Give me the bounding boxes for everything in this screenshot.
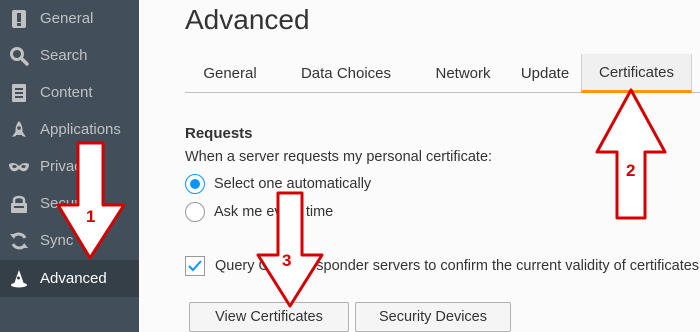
radio-button-checked[interactable]: [185, 174, 205, 194]
ocsp-checkbox-row[interactable]: Query OCSP responder servers to confirm …: [185, 255, 699, 277]
sidebar-item-label: Security: [40, 195, 95, 212]
sidebar-item-general[interactable]: General: [0, 0, 139, 37]
radio-label: Ask me every time: [214, 204, 334, 220]
wizard-hat-icon: [8, 268, 30, 290]
ocsp-label: Query OCSP responder servers to confirm …: [215, 258, 700, 274]
rocket-icon: [8, 119, 30, 141]
radio-button[interactable]: [185, 202, 205, 222]
tab-data-choices[interactable]: Data Choices: [275, 54, 417, 93]
sidebar-item-security[interactable]: Security: [0, 185, 139, 222]
sidebar-item-label: Content: [40, 84, 93, 101]
security-devices-button[interactable]: Security Devices: [355, 302, 511, 332]
radio-ask-every-time[interactable]: Ask me every time: [185, 201, 333, 223]
sidebar-item-label: Sync: [40, 232, 74, 249]
sidebar-item-label: General: [40, 10, 94, 27]
sidebar-item-label: Advanced: [40, 270, 107, 287]
page-title: Advanced: [185, 4, 310, 35]
page-icon: [8, 8, 30, 30]
sidebar-item-label: Privacy: [40, 158, 90, 175]
mask-icon: [8, 156, 30, 178]
sync-icon: [8, 230, 30, 252]
main-panel: Advanced General Data Choices Network Up…: [139, 0, 700, 332]
ocsp-checkbox[interactable]: [185, 256, 205, 276]
tab-certificates[interactable]: Certificates: [581, 54, 692, 93]
sidebar-item-advanced[interactable]: Advanced: [0, 260, 139, 297]
sidebar-item-content[interactable]: Content: [0, 74, 139, 111]
requests-description: When a server requests my personal certi…: [185, 149, 493, 165]
sidebar-item-label: Applications: [40, 121, 121, 138]
tab-network[interactable]: Network: [417, 54, 509, 93]
tab-update[interactable]: Update: [509, 54, 581, 93]
sidebar-item-applications[interactable]: Applications: [0, 111, 139, 148]
tab-bar: General Data Choices Network Update Cert…: [185, 54, 700, 93]
radio-select-automatically[interactable]: Select one automatically: [185, 173, 371, 195]
radio-label: Select one automatically: [214, 176, 372, 192]
sidebar: General Search Content Applications Priv…: [0, 0, 139, 332]
checkmark-icon: [188, 260, 202, 272]
sidebar-item-sync[interactable]: Sync: [0, 222, 139, 259]
search-icon: [8, 45, 30, 67]
tab-general[interactable]: General: [185, 54, 275, 93]
lock-icon: [8, 193, 30, 215]
requests-heading: Requests: [185, 125, 253, 142]
view-certificates-button[interactable]: View Certificates: [189, 302, 349, 332]
sidebar-item-privacy[interactable]: Privacy: [0, 148, 139, 185]
sidebar-item-search[interactable]: Search: [0, 37, 139, 74]
sidebar-item-label: Search: [40, 47, 88, 64]
document-icon: [8, 82, 30, 104]
